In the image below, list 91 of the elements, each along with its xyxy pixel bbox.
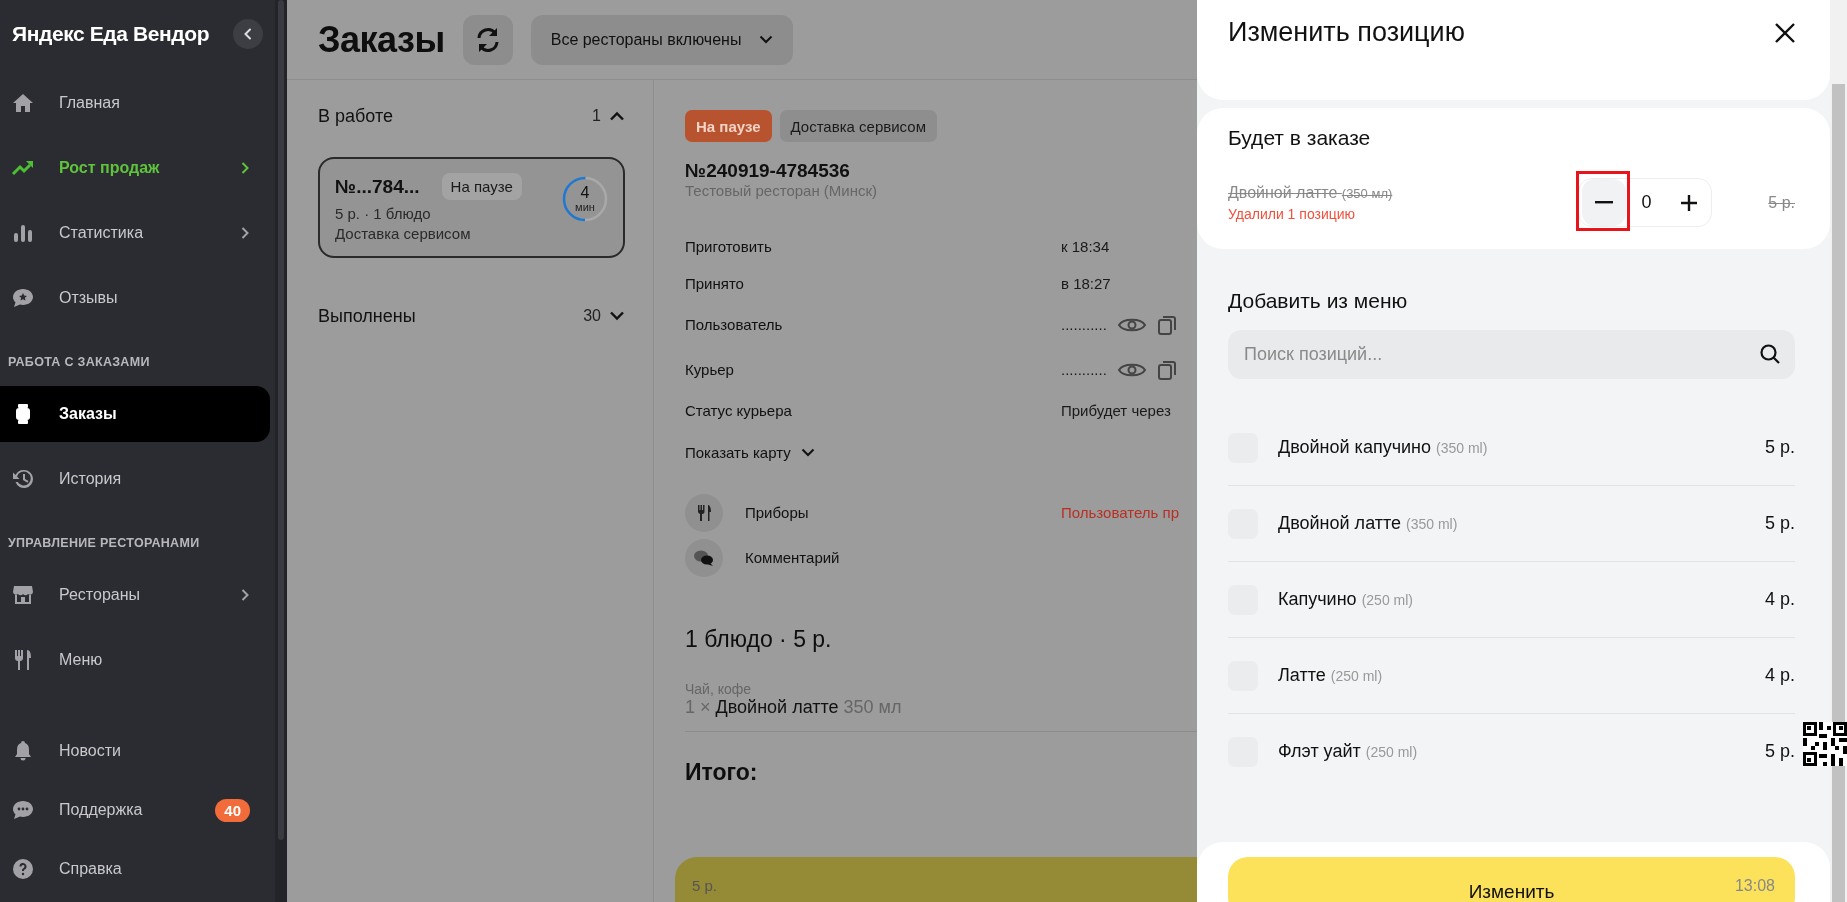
timer-unit: мин	[575, 201, 595, 213]
menu-item-name: Двойной капучино (350 ml)	[1278, 437, 1489, 458]
chevron-left-icon	[242, 28, 254, 40]
scrollbar[interactable]	[1830, 0, 1847, 902]
nav-item[interactable]: Заказы	[0, 386, 270, 442]
field-value: ...........	[1061, 361, 1107, 378]
timer-value: 4	[580, 185, 590, 201]
chevron-down-icon	[800, 447, 815, 457]
history-icon	[11, 467, 35, 491]
plus-icon	[1680, 193, 1698, 212]
chevron-down-icon	[759, 35, 774, 44]
nav-item[interactable]: Рост продаж	[0, 140, 270, 196]
menu-item-name: Флэт уайт (250 ml)	[1278, 741, 1419, 762]
chat-bubble-icon	[11, 798, 35, 822]
extra-label: Комментарий	[745, 549, 841, 566]
refresh-button[interactable]	[462, 14, 513, 65]
submit-time: 13:08	[1734, 877, 1775, 895]
status-tag: На паузе	[685, 110, 772, 142]
nav-item[interactable]: Справка	[0, 845, 270, 893]
nav-item[interactable]: Новости	[0, 727, 270, 775]
minus-icon	[1595, 201, 1613, 204]
search-field[interactable]: Поиск позиций...	[1228, 330, 1795, 379]
quantity-value: 0	[1640, 192, 1653, 213]
storefront-icon	[11, 583, 35, 607]
search-icon	[1759, 343, 1781, 365]
group-count: 30	[583, 307, 601, 325]
group-title: Выполнены	[318, 305, 417, 327]
field-label: Статус курьера	[685, 402, 793, 419]
count-badge: 40	[215, 798, 250, 822]
menu-item-price: 5 р.	[1764, 513, 1795, 534]
field-value: Прибудет через	[1061, 402, 1171, 419]
field-label: Пользователь	[685, 316, 784, 333]
show-map-toggle[interactable]: Показать карту	[685, 437, 815, 467]
menu-item-price: 4 р.	[1764, 665, 1795, 686]
question-icon	[11, 857, 35, 881]
nav-item[interactable]: Рестораны	[0, 567, 270, 623]
field-value: в 18:27	[1061, 275, 1111, 292]
menu-item-price: 5 р.	[1764, 437, 1795, 458]
scrollbar[interactable]	[275, 0, 287, 902]
field-value: к 18:34	[1061, 238, 1110, 255]
star-bubble-icon	[11, 286, 35, 310]
group-count: 1	[592, 107, 601, 125]
drawer-title: Изменить позицию	[1228, 17, 1465, 48]
menu-item-price: 4 р.	[1764, 589, 1795, 610]
house-icon	[11, 91, 35, 115]
copy-icon[interactable]	[1156, 313, 1177, 336]
removed-note: Удалили 1 позицию	[1228, 205, 1357, 222]
chevron-up-icon[interactable]	[609, 111, 625, 121]
bar-price: 5 р.	[692, 877, 718, 894]
copy-icon[interactable]	[1156, 358, 1177, 381]
nav-item[interactable]: История	[0, 451, 270, 507]
section-heading: РАБОТА С ЗАКАЗАМИ	[8, 355, 150, 369]
nav-item[interactable]: Главная	[0, 75, 270, 131]
menu-item-name: Двойной латте (350 ml)	[1278, 513, 1459, 534]
chevron-down-icon[interactable]	[609, 311, 625, 321]
timer-ring	[560, 174, 610, 224]
menu-item-name: Капучино (250 ml)	[1278, 589, 1414, 610]
close-icon[interactable]	[1774, 22, 1796, 44]
minus-button[interactable]	[1582, 179, 1626, 226]
order-card[interactable]: №...784... На паузе 5 р. · 1 блюдо Доставка сервисом 4 мин	[318, 157, 625, 258]
menu-item-price: 5 р.	[1764, 741, 1795, 762]
items-summary: 1 блюдо · 5 р.	[685, 626, 833, 653]
nav-item[interactable]: Отзывы	[0, 270, 270, 326]
collapse-button[interactable]	[233, 19, 263, 49]
page-title: Заказы	[318, 18, 445, 61]
nav-item[interactable]: Меню	[0, 632, 270, 688]
field-label: Курьер	[685, 361, 735, 378]
field-value: ...........	[1061, 316, 1107, 333]
status-tag: Доставка сервисом	[779, 110, 937, 142]
restaurant-dropdown[interactable]: Все рестораны включены	[530, 14, 794, 65]
nav-item[interactable]: Поддержка 40	[0, 786, 270, 834]
field-label: Приготовить	[685, 238, 773, 255]
order-number: №240919-4784536	[685, 160, 851, 182]
menu-item-name: Латте (250 ml)	[1278, 665, 1384, 686]
status-badge: На паузе	[441, 173, 522, 200]
section-title: Добавить из меню	[1228, 289, 1409, 313]
highlight-frame	[1576, 171, 1630, 231]
order-summary: 5 р. · 1 блюдо	[335, 205, 432, 222]
order-number: №...784...	[335, 175, 420, 198]
logo-text: Яндекс Еда Вендор	[12, 22, 210, 46]
extra-label: Приборы	[745, 504, 810, 521]
nav-item[interactable]: Статистика	[0, 205, 270, 261]
extra-value: Пользователь пр	[1061, 504, 1179, 521]
item-name: Двойной латте (350 мл)	[1228, 183, 1394, 202]
field-label: Принято	[685, 275, 745, 292]
total-label: Итого:	[685, 759, 759, 786]
delivery-type: Доставка сервисом	[335, 225, 472, 242]
item-price: 5 р.	[1767, 193, 1795, 212]
section-heading: УПРАВЛЕНИЕ РЕСТОРАНАМИ	[8, 536, 200, 550]
section-title: Будет в заказе	[1228, 126, 1372, 150]
group-title: В работе	[318, 105, 394, 127]
